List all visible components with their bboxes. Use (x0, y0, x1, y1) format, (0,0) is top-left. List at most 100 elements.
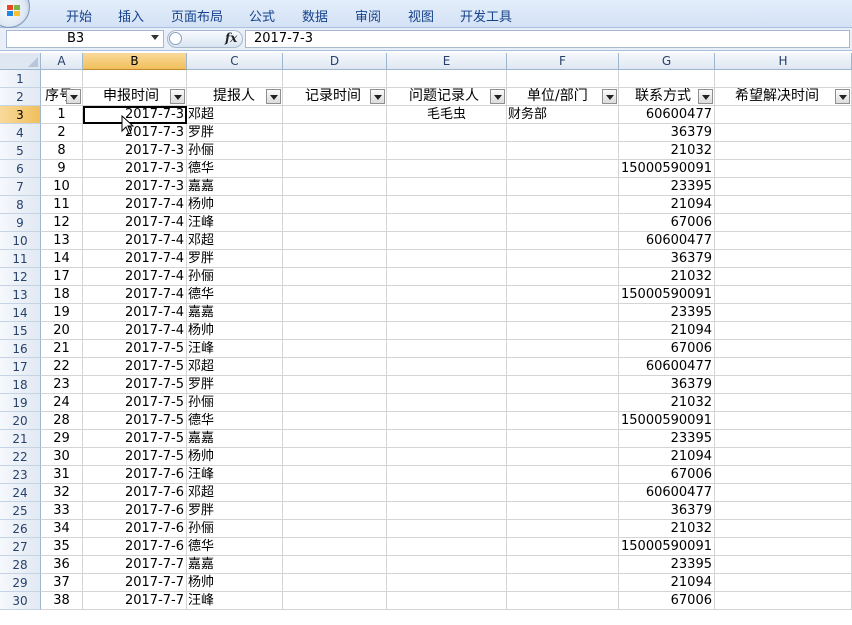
cell-f21[interactable] (507, 430, 619, 448)
cell-c24[interactable]: 邓超 (187, 484, 283, 502)
cell-c7[interactable]: 嘉嘉 (187, 178, 283, 196)
cell-e11[interactable] (387, 250, 507, 268)
cell-a8[interactable]: 11 (41, 196, 83, 214)
tab-formulas[interactable]: 公式 (249, 6, 275, 25)
cell-g1[interactable] (619, 70, 715, 88)
cell-d22[interactable] (283, 448, 387, 466)
cell-b16[interactable]: 2017-7-5 (83, 340, 187, 358)
cell-c4[interactable]: 罗胖 (187, 124, 283, 142)
row-header-19[interactable]: 19 (0, 394, 41, 412)
cell-h22[interactable] (715, 448, 852, 466)
cell-d24[interactable] (283, 484, 387, 502)
filter-dropdown-icon[interactable] (66, 89, 81, 104)
table-header-cell[interactable]: 提报人 (187, 88, 283, 106)
cell-c25[interactable]: 罗胖 (187, 502, 283, 520)
cell-h8[interactable] (715, 196, 852, 214)
cell-f6[interactable] (507, 160, 619, 178)
cell-d9[interactable] (283, 214, 387, 232)
cell-c5[interactable]: 孙俪 (187, 142, 283, 160)
cell-b4[interactable]: 2017-7-3 (83, 124, 187, 142)
cell-a24[interactable]: 32 (41, 484, 83, 502)
cell-d30[interactable] (283, 592, 387, 610)
row-header-28[interactable]: 28 (0, 556, 41, 574)
cell-h11[interactable] (715, 250, 852, 268)
cell-a26[interactable]: 34 (41, 520, 83, 538)
name-box[interactable]: B3 (6, 30, 164, 48)
row-header-29[interactable]: 29 (0, 574, 41, 592)
cell-g26[interactable]: 21032 (619, 520, 715, 538)
cell-b26[interactable]: 2017-7-6 (83, 520, 187, 538)
cell-b20[interactable]: 2017-7-5 (83, 412, 187, 430)
cell-b23[interactable]: 2017-7-6 (83, 466, 187, 484)
formula-input[interactable]: 2017-7-3 (245, 30, 850, 48)
cell-e20[interactable] (387, 412, 507, 430)
cell-g14[interactable]: 23395 (619, 304, 715, 322)
cell-h24[interactable] (715, 484, 852, 502)
cell-f28[interactable] (507, 556, 619, 574)
row-header-26[interactable]: 26 (0, 520, 41, 538)
cell-g20[interactable]: 15000590091 (619, 412, 715, 430)
cell-c28[interactable]: 嘉嘉 (187, 556, 283, 574)
cell-g28[interactable]: 23395 (619, 556, 715, 574)
table-header-cell[interactable]: 问题记录人 (387, 88, 507, 106)
cell-g24[interactable]: 60600477 (619, 484, 715, 502)
cell-g4[interactable]: 36379 (619, 124, 715, 142)
cell-a17[interactable]: 22 (41, 358, 83, 376)
cell-e6[interactable] (387, 160, 507, 178)
row-header-7[interactable]: 7 (0, 178, 41, 196)
cell-b10[interactable]: 2017-7-4 (83, 232, 187, 250)
cell-d11[interactable] (283, 250, 387, 268)
cell-a23[interactable]: 31 (41, 466, 83, 484)
cell-a15[interactable]: 20 (41, 322, 83, 340)
filter-dropdown-icon[interactable] (835, 89, 850, 104)
cell-b8[interactable]: 2017-7-4 (83, 196, 187, 214)
cell-e25[interactable] (387, 502, 507, 520)
cell-f26[interactable] (507, 520, 619, 538)
cell-g11[interactable]: 36379 (619, 250, 715, 268)
column-header-a[interactable]: A (41, 53, 83, 70)
cell-a10[interactable]: 13 (41, 232, 83, 250)
cell-b9[interactable]: 2017-7-4 (83, 214, 187, 232)
cell-g23[interactable]: 67006 (619, 466, 715, 484)
cell-a3[interactable]: 1 (41, 106, 83, 124)
cell-c11[interactable]: 罗胖 (187, 250, 283, 268)
cell-d6[interactable] (283, 160, 387, 178)
cell-a5[interactable]: 8 (41, 142, 83, 160)
cell-a27[interactable]: 35 (41, 538, 83, 556)
cell-f11[interactable] (507, 250, 619, 268)
cell-c21[interactable]: 嘉嘉 (187, 430, 283, 448)
cell-b7[interactable]: 2017-7-3 (83, 178, 187, 196)
filter-dropdown-icon[interactable] (602, 89, 617, 104)
table-header-cell[interactable]: 单位/部门 (507, 88, 619, 106)
cell-a19[interactable]: 24 (41, 394, 83, 412)
cell-e3[interactable]: 毛毛虫 (387, 106, 507, 124)
cell-g12[interactable]: 21032 (619, 268, 715, 286)
row-header-27[interactable]: 27 (0, 538, 41, 556)
cell-a9[interactable]: 12 (41, 214, 83, 232)
column-header-d[interactable]: D (283, 53, 387, 70)
row-header-3[interactable]: 3 (0, 106, 41, 124)
cell-a6[interactable]: 9 (41, 160, 83, 178)
row-header-30[interactable]: 30 (0, 592, 41, 610)
cell-b19[interactable]: 2017-7-5 (83, 394, 187, 412)
office-button[interactable] (0, 0, 30, 28)
cell-g10[interactable]: 60600477 (619, 232, 715, 250)
cell-a18[interactable]: 23 (41, 376, 83, 394)
cell-f24[interactable] (507, 484, 619, 502)
row-header-13[interactable]: 13 (0, 286, 41, 304)
cell-b22[interactable]: 2017-7-5 (83, 448, 187, 466)
cell-c16[interactable]: 汪峰 (187, 340, 283, 358)
cell-f1[interactable] (507, 70, 619, 88)
cell-e16[interactable] (387, 340, 507, 358)
column-header-g[interactable]: G (619, 53, 715, 70)
cell-d19[interactable] (283, 394, 387, 412)
cell-d7[interactable] (283, 178, 387, 196)
cell-e23[interactable] (387, 466, 507, 484)
cell-c18[interactable]: 罗胖 (187, 376, 283, 394)
cell-b17[interactable]: 2017-7-5 (83, 358, 187, 376)
row-header-6[interactable]: 6 (0, 160, 41, 178)
cell-h17[interactable] (715, 358, 852, 376)
cell-f14[interactable] (507, 304, 619, 322)
cell-g15[interactable]: 21094 (619, 322, 715, 340)
cell-h20[interactable] (715, 412, 852, 430)
